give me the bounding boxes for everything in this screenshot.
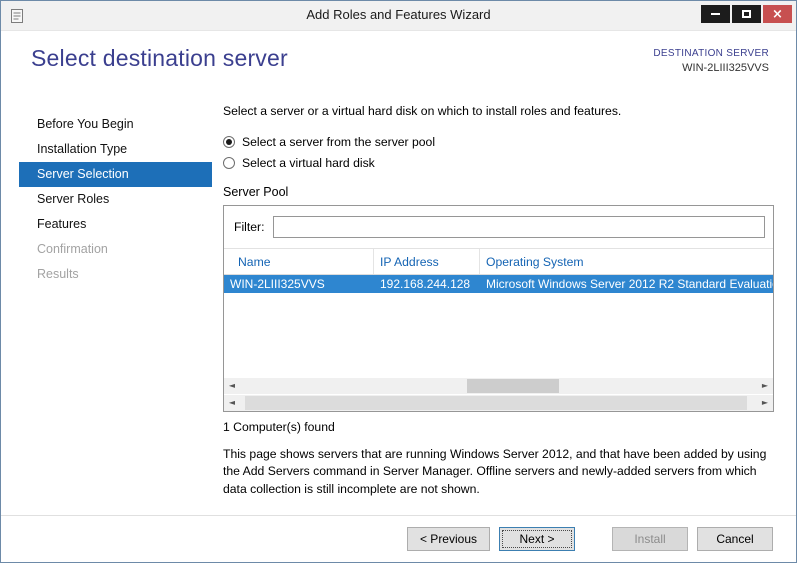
server-pool-panel: Filter: Name IP Address Operating System… (223, 205, 774, 412)
radio-label: Select a server from the server pool (242, 135, 436, 149)
column-header-ip-address[interactable]: IP Address (374, 249, 480, 274)
install-button: Install (612, 527, 688, 551)
scrollbar-track[interactable] (240, 378, 757, 394)
filter-label: Filter: (234, 220, 265, 234)
radio-select-virtual-hard-disk[interactable]: Select a virtual hard disk (223, 156, 774, 170)
wizard-steps-nav: Before You Begin Installation Type Serve… (19, 112, 212, 287)
maximize-button[interactable] (732, 5, 761, 23)
wizard-footer: < Previous Next > Install Cancel (1, 515, 796, 562)
scrollbar-thumb[interactable] (245, 396, 747, 410)
window-title: Add Roles and Features Wizard (306, 7, 491, 22)
radio-label: Select a virtual hard disk (242, 156, 375, 170)
scrollbar-track[interactable] (240, 395, 757, 411)
column-header-name[interactable]: Name (224, 249, 374, 274)
radio-icon (223, 136, 235, 148)
server-name-cell: WIN-2LIII325VVS (230, 277, 325, 291)
column-header-operating-system[interactable]: Operating System (480, 249, 773, 274)
minimize-button[interactable] (701, 5, 730, 23)
previous-button[interactable]: < Previous (406, 527, 490, 551)
page-description: This page shows servers that are running… (223, 447, 767, 496)
scrollbar-thumb[interactable] (467, 379, 560, 393)
sidebar-item-before-you-begin[interactable]: Before You Begin (19, 112, 212, 137)
server-list-horizontal-scrollbar[interactable]: ◄ ► (224, 378, 773, 394)
destination-server-name: WIN-2LIII325VVS (682, 62, 769, 74)
scroll-right-icon[interactable]: ► (757, 395, 773, 411)
page-content: Select a server or a virtual hard disk o… (223, 104, 774, 510)
scroll-right-icon[interactable]: ► (757, 378, 773, 394)
computers-found-text: 1 Computer(s) found (223, 420, 335, 434)
server-table-header: Name IP Address Operating System (224, 249, 773, 275)
window-controls: × (701, 5, 792, 23)
server-ip-cell: 192.168.244.128 (380, 277, 471, 291)
next-button[interactable]: Next > (499, 527, 575, 551)
radio-select-server-from-pool[interactable]: Select a server from the server pool (223, 135, 774, 149)
filter-input[interactable] (273, 216, 765, 238)
close-icon: × (772, 6, 783, 22)
radio-icon (223, 157, 235, 169)
sidebar-item-installation-type[interactable]: Installation Type (19, 137, 212, 162)
wizard-window: Add Roles and Features Wizard × Select d… (0, 0, 797, 563)
sidebar-item-features[interactable]: Features (19, 212, 212, 237)
intro-text: Select a server or a virtual hard disk o… (223, 104, 622, 118)
destination-server-info: DESTINATION SERVER WIN-2LIII325VVS (653, 48, 769, 74)
scroll-left-icon[interactable]: ◄ (224, 378, 240, 394)
server-os-cell: Microsoft Windows Server 2012 R2 Standar… (486, 277, 773, 291)
close-button[interactable]: × (763, 5, 792, 23)
panel-horizontal-scrollbar[interactable]: ◄ ► (224, 395, 773, 411)
sidebar-item-server-selection[interactable]: Server Selection (19, 162, 212, 187)
filter-row: Filter: (224, 206, 773, 249)
scroll-left-icon[interactable]: ◄ (224, 395, 240, 411)
server-pool-heading: Server Pool (223, 185, 289, 199)
maximize-icon (742, 10, 751, 18)
sidebar-item-confirmation: Confirmation (37, 242, 108, 256)
server-row[interactable]: WIN-2LIII325VVS 192.168.244.128 Microsof… (224, 275, 773, 293)
cancel-button[interactable]: Cancel (697, 527, 773, 551)
sidebar-item-results: Results (37, 267, 79, 281)
minimize-icon (711, 13, 720, 15)
title-bar: Add Roles and Features Wizard × (1, 1, 796, 31)
page-title: Select destination server (31, 45, 288, 71)
destination-server-label: DESTINATION SERVER (653, 48, 769, 59)
sidebar-item-server-roles[interactable]: Server Roles (19, 187, 212, 212)
